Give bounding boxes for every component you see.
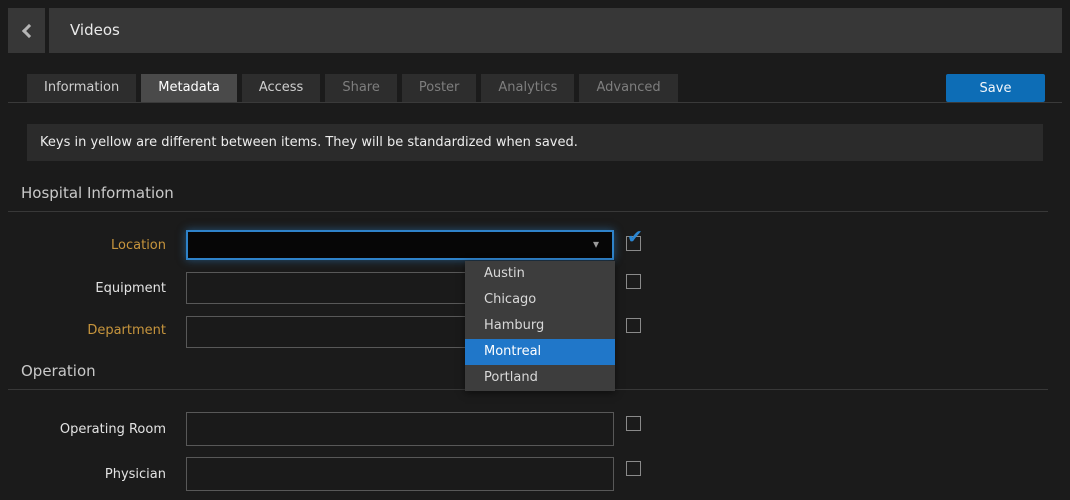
tab-poster[interactable]: Poster (402, 74, 477, 102)
physician-checkbox[interactable] (626, 461, 641, 476)
back-button[interactable] (8, 8, 45, 53)
dropdown-option-chicago[interactable]: Chicago (465, 287, 615, 313)
dropdown-option-montreal[interactable]: Montreal (465, 339, 615, 365)
location-dropdown-menu: Austin Chicago Hamburg Montreal Portland (465, 261, 615, 391)
dropdown-option-hamburg[interactable]: Hamburg (465, 313, 615, 339)
label-location: Location (0, 238, 166, 253)
department-checkbox[interactable] (626, 318, 641, 333)
info-banner: Keys in yellow are different between ite… (27, 124, 1043, 161)
location-select[interactable]: ▾ (186, 230, 614, 260)
label-department: Department (0, 323, 166, 338)
dropdown-option-portland[interactable]: Portland (465, 365, 615, 391)
location-checkbox[interactable]: ✔ (626, 236, 641, 251)
chevron-down-icon: ▾ (593, 237, 599, 251)
operating-room-checkbox[interactable] (626, 416, 641, 431)
page-title: Videos (49, 8, 1062, 53)
tab-metadata[interactable]: Metadata (141, 74, 237, 102)
checkmark-icon: ✔ (627, 228, 643, 247)
tab-bar: Information Metadata Access Share Poster… (8, 74, 1062, 103)
save-button[interactable]: Save (946, 74, 1045, 102)
physician-input[interactable] (186, 457, 614, 491)
label-physician: Physician (0, 467, 166, 482)
dropdown-option-austin[interactable]: Austin (465, 261, 615, 287)
section-heading-hospital-information: Hospital Information (8, 184, 1048, 212)
tab-analytics[interactable]: Analytics (481, 74, 574, 102)
header-bar: Videos (8, 8, 1062, 53)
label-equipment: Equipment (0, 281, 166, 296)
tab-access[interactable]: Access (242, 74, 321, 102)
tab-share[interactable]: Share (325, 74, 397, 102)
tab-list: Information Metadata Access Share Poster… (27, 74, 1062, 102)
operating-room-input[interactable] (186, 412, 614, 446)
tab-information[interactable]: Information (27, 74, 136, 102)
equipment-checkbox[interactable] (626, 274, 641, 289)
chevron-left-icon (21, 23, 35, 37)
tab-advanced[interactable]: Advanced (579, 74, 677, 102)
label-operating-room: Operating Room (0, 422, 166, 437)
